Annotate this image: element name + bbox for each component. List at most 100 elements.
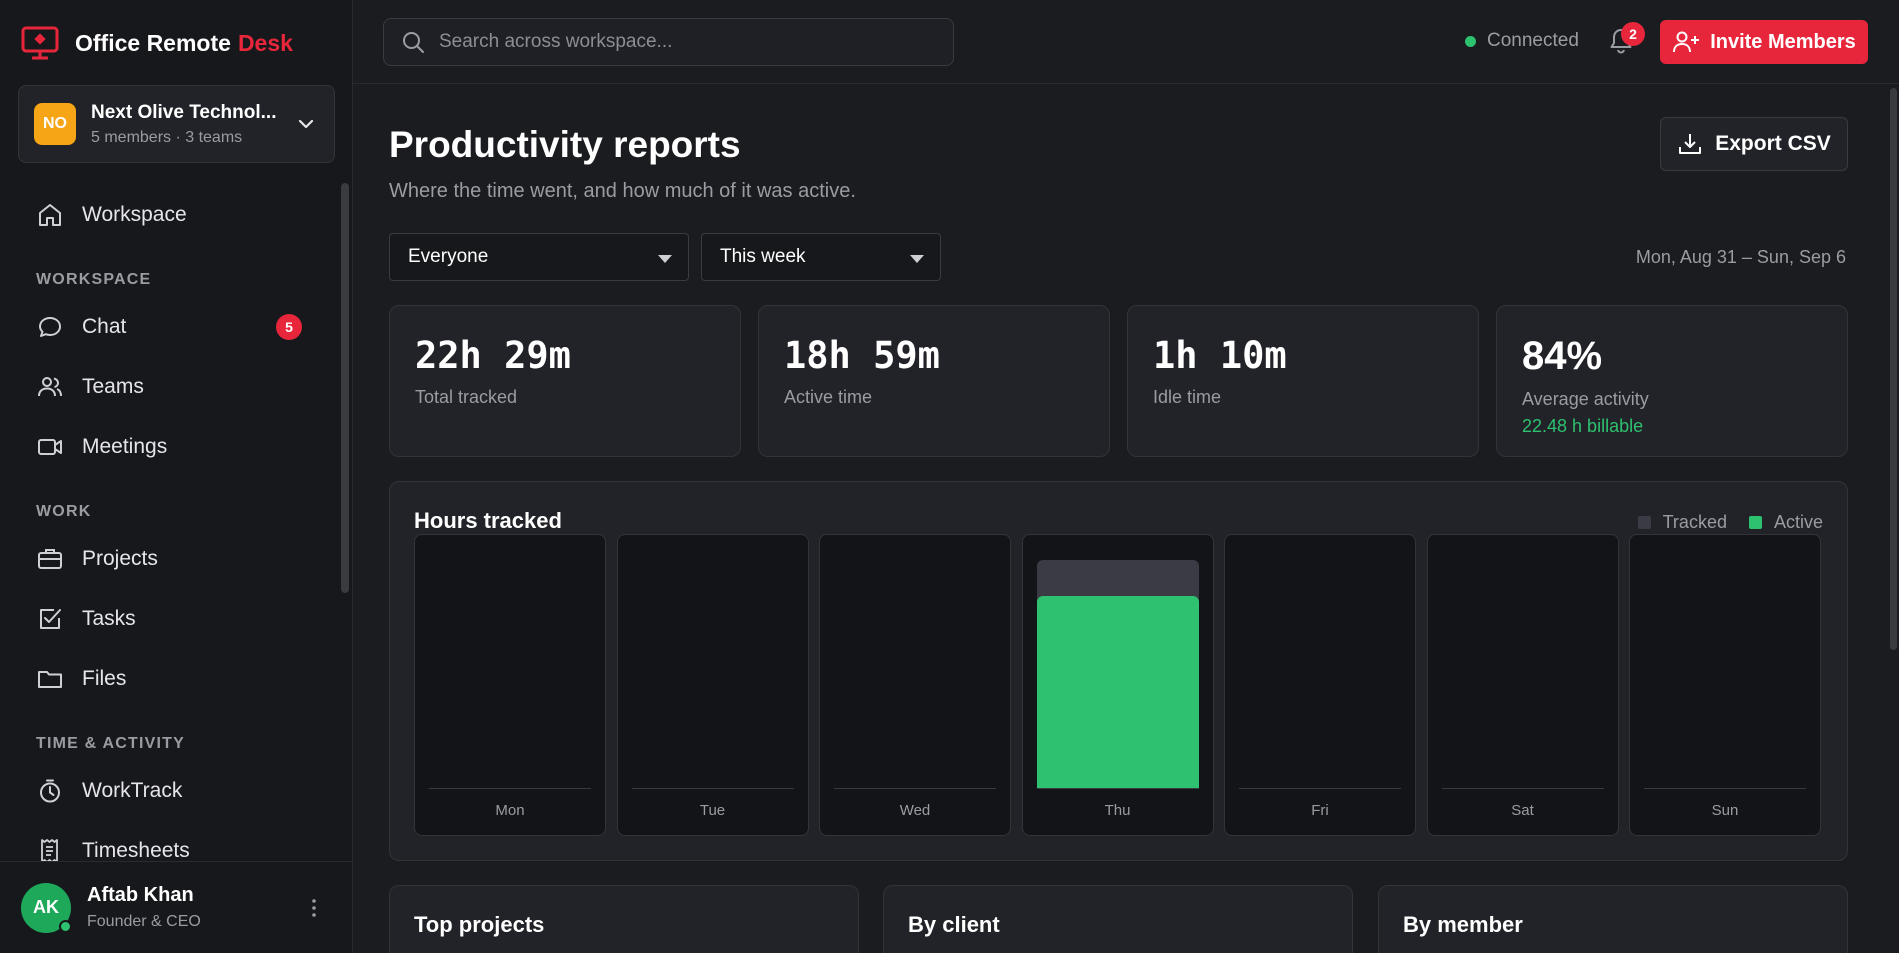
sidebar-item-files[interactable]: Files [0,649,340,709]
search-icon [403,31,424,53]
sidebar-scrollbar[interactable] [341,183,349,593]
briefcase-icon [38,549,62,569]
stat-value: 84% [1522,334,1603,378]
search-input[interactable] [439,30,919,53]
stat-label: Total tracked [415,387,518,407]
chart-legend: Tracked Active [1616,512,1823,533]
date-range: Mon, Aug 31 – Sun, Sep 6 [1635,247,1846,267]
baseline [1644,788,1806,789]
connection-dot [1465,35,1476,47]
legend-item-active: Active [1748,512,1823,533]
chart-title: Hours tracked [414,508,562,533]
more-vertical-icon[interactable] [302,896,326,920]
card-title: By client [908,912,1000,937]
baseline [1239,788,1401,789]
export-csv-label: Export CSV [1715,132,1831,155]
bar-active-thu[interactable] [1036,595,1199,788]
org-avatar: NO [34,103,76,145]
legend-swatch [1748,516,1762,529]
page-subtitle: Where the time went, and how much of it … [389,180,856,202]
hours-tracked-chart: Hours tracked Tracked Active Mon Tue Wed Th… [389,481,1848,861]
day-column-mon: Mon [414,534,606,836]
export-csv-button[interactable]: Export CSV [1660,117,1848,171]
legend-swatch [1637,516,1651,529]
sidebar-item-label: WorkTrack [82,779,183,802]
day-column-sun: Sun [1629,534,1821,836]
brand-accent: Desk [237,29,293,56]
connection-status: Connected [1465,30,1579,52]
baseline [429,788,591,789]
period-filter-select[interactable]: This week [701,233,941,281]
sidebar-nav: Workspace WORKSPACE Chat 5 Teams Meeting… [0,185,340,881]
user-role: Founder & CEO [87,913,201,930]
sidebar-item-label: Files [82,667,127,690]
page-title: Productivity reports [389,124,741,165]
sidebar-item-projects[interactable]: Projects [0,529,340,589]
day-label: Fri [1311,802,1329,819]
main-content: Connected 2 Invite Members Productivity … [353,0,1899,953]
nav-section-work: WORK [36,503,92,520]
day-column-fri: Fri [1224,534,1416,836]
online-status-dot [59,919,72,933]
member-filter-value: Everyone [408,246,489,267]
legend-item-tracked: Tracked [1637,512,1727,533]
baseline [834,788,996,789]
baseline [631,788,794,789]
stat-card-average-activity: 84% Average activity 22.48 h billable [1496,305,1848,457]
member-filter-select[interactable]: Everyone [389,233,689,281]
invite-members-label: Invite Members [1710,30,1856,53]
stat-value: 1h 10m [1153,334,1287,377]
user-name: Aftab Khan [87,884,194,906]
by-client-card: By client [883,885,1353,953]
chevron-down-icon [298,119,314,129]
sidebar-item-chat[interactable]: Chat 5 [0,297,340,357]
card-title: By member [1403,912,1523,937]
day-column-sat: Sat [1426,534,1619,836]
day-column-thu: Thu [1021,534,1214,836]
sidebar-item-workspace[interactable]: Workspace [0,185,340,245]
sidebar-item-tasks[interactable]: Tasks [0,589,340,649]
sidebar-item-label: Workspace [82,203,187,226]
chat-unread-badge: 5 [276,314,302,340]
day-label: Sat [1511,802,1534,819]
sidebar-item-label: Tasks [82,607,136,630]
day-label: Wed [899,802,931,819]
user-plus-icon [1673,31,1700,53]
app-root: Office Remote Desk NO Next Olive Technol… [0,0,1899,953]
home-icon [39,204,61,226]
stat-card-idle-time: 1h 10m Idle time [1127,305,1479,457]
stat-label: Idle time [1153,387,1222,407]
download-icon [1679,134,1702,154]
day-label: Mon [495,802,525,819]
org-switcher[interactable]: NO Next Olive Technol... 5 members · 3 t… [18,85,335,163]
top-projects-card: Top projects [389,885,859,953]
legend-label: Active [1773,512,1823,532]
legend-label: Tracked [1662,512,1727,532]
day-column-wed: Wed [819,534,1011,836]
main-scrollbar[interactable] [1890,88,1897,650]
stat-label: Active time [784,387,873,407]
user-profile[interactable]: AK Aftab Khan Founder & CEO [0,861,352,953]
baseline [1441,788,1604,789]
sidebar-item-label: Projects [82,547,158,570]
avatar: AK [21,882,72,933]
sidebar-item-label: Timesheets [82,839,190,862]
topbar: Connected 2 Invite Members [353,0,1899,84]
brand[interactable]: Office Remote Desk [0,0,352,86]
stopwatch-icon [40,779,60,803]
video-camera-icon [38,439,62,455]
notification-count-badge: 2 [1621,22,1645,46]
day-label: Sun [1711,802,1739,819]
monitor-logo-icon [21,26,59,60]
chat-bubble-icon [39,317,61,337]
invite-members-button[interactable]: Invite Members [1660,20,1868,64]
folder-icon [38,671,62,688]
by-member-card: By member [1378,885,1848,953]
search-box[interactable] [383,17,954,66]
sidebar-item-meetings[interactable]: Meetings [0,417,340,477]
baseline [1036,788,1199,789]
sidebar-item-teams[interactable]: Teams [0,357,340,417]
sidebar-item-worktrack[interactable]: WorkTrack [0,761,340,821]
caret-down-icon [658,255,672,263]
avatar-initials: AK [33,897,59,917]
